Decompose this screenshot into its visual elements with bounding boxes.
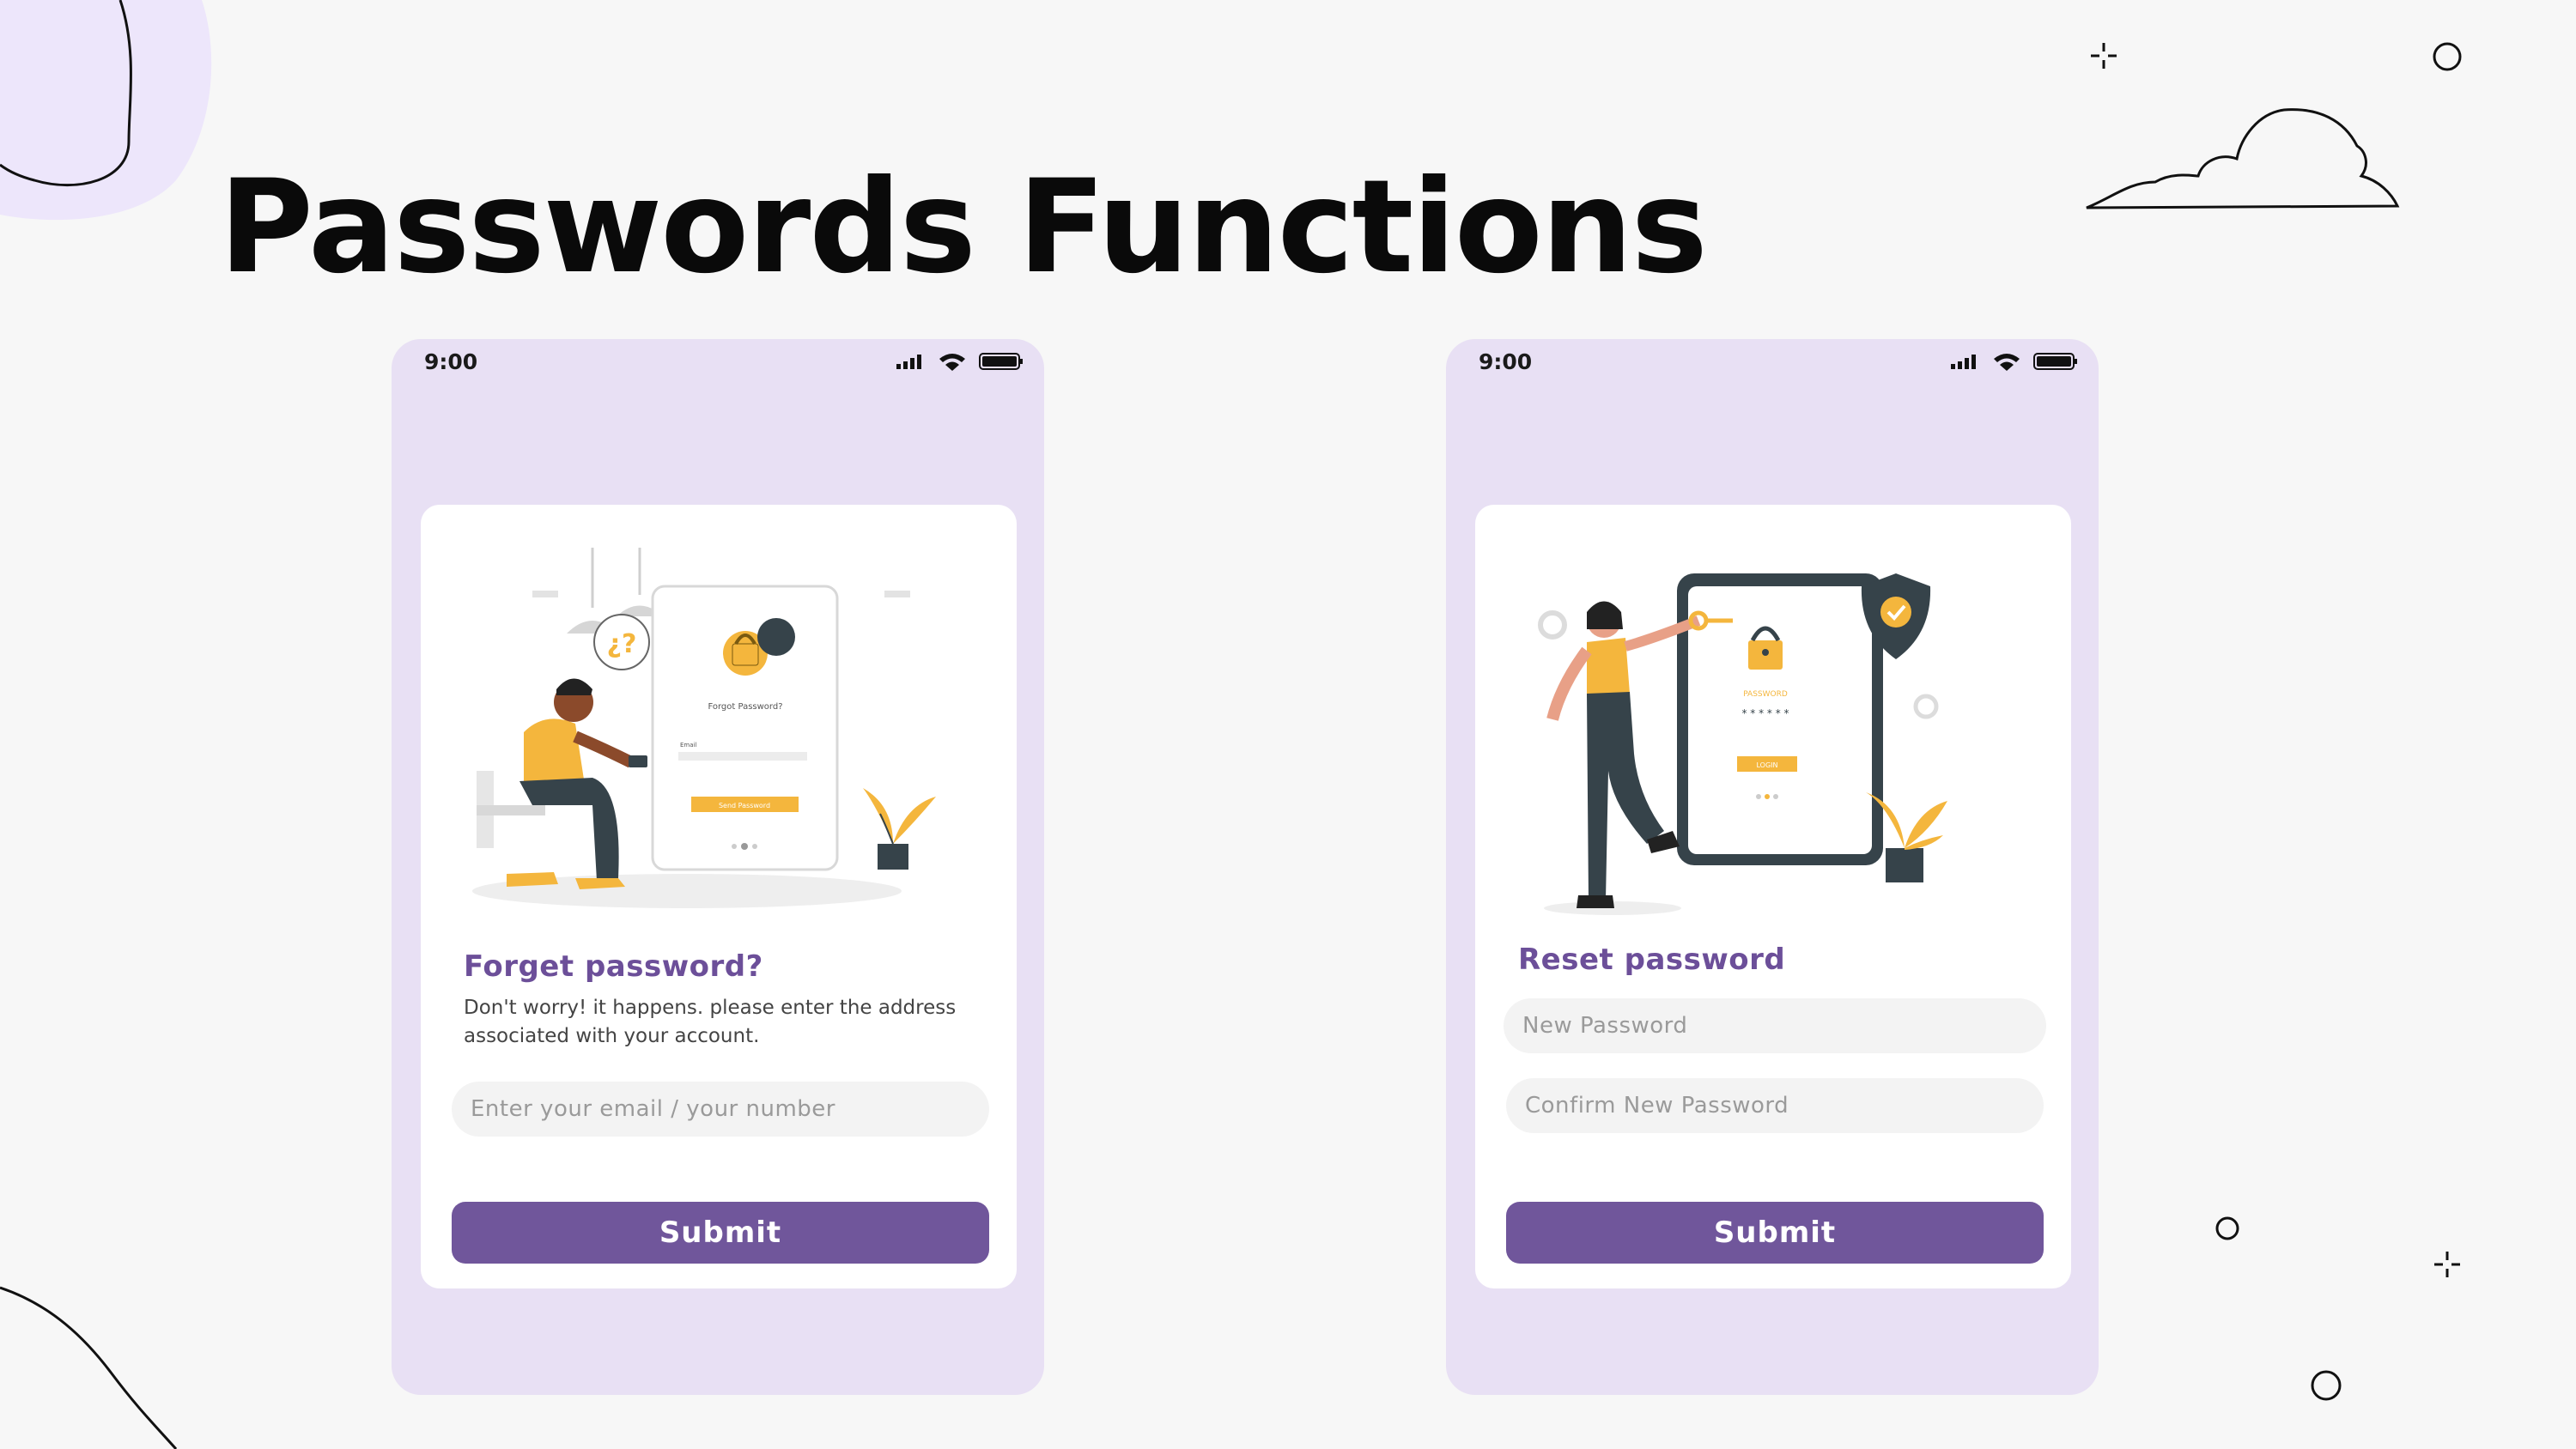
sparkle-icon — [2434, 1252, 2460, 1277]
circle-icon — [2311, 1370, 2342, 1401]
submit-button[interactable]: Submit — [452, 1202, 989, 1264]
card-description: Don't worry! it happens. please enter th… — [464, 997, 957, 1047]
card-heading: Reset password — [1518, 943, 1786, 977]
confirm-password-input[interactable]: Confirm New Password — [1506, 1078, 2044, 1133]
signal-icon — [1951, 355, 1976, 369]
forgot-password-illustration: Forgot Password? Email Send Password ¿? — [472, 548, 936, 908]
reset-password-card: PASSWORD * * * * * * LOGIN Reset passwor… — [1475, 505, 2071, 1288]
new-password-input[interactable]: New Password — [1504, 998, 2046, 1053]
sparkle-icon — [2091, 43, 2117, 69]
cloud-outline — [2086, 108, 2400, 209]
illustration-login-button: LOGIN — [1756, 761, 1777, 769]
status-bar: 9:00 — [1479, 344, 2078, 379]
status-bar: 9:00 — [424, 344, 1024, 379]
illustration-send-button: Send Password — [719, 802, 770, 809]
svg-text:* * * * * *: * * * * * * — [1741, 707, 1789, 719]
status-time: 9:00 — [1479, 349, 1533, 374]
phone-forget-password: 9:00 Forgot Password? Email Send Passwor… — [392, 339, 1044, 1395]
question-bubble: ¿? — [607, 629, 637, 659]
forget-password-card: Forgot Password? Email Send Password ¿? — [421, 505, 1017, 1288]
battery-icon — [2033, 353, 2077, 370]
illustration-field-label: Email — [680, 742, 696, 749]
illustration-password-label: PASSWORD — [1743, 690, 1788, 699]
bottom-left-squiggle — [0, 1286, 178, 1449]
card-heading: Forget password? — [464, 949, 763, 984]
top-left-squiggle — [0, 0, 132, 187]
reset-password-illustration: PASSWORD * * * * * * LOGIN — [1538, 573, 1947, 915]
wifi-icon — [1994, 354, 2020, 371]
wifi-icon — [939, 354, 965, 371]
battery-icon — [979, 353, 1023, 370]
illustration-heading: Forgot Password? — [708, 702, 782, 712]
circle-icon — [2215, 1216, 2239, 1240]
email-number-input[interactable]: Enter your email / your number — [452, 1082, 989, 1137]
phone-reset-password: 9:00 PASSWORD * * * * * * LOGIN Reset pa… — [1446, 339, 2099, 1395]
circle-icon — [2433, 42, 2462, 71]
submit-button[interactable]: Submit — [1506, 1202, 2044, 1264]
status-time: 9:00 — [424, 349, 478, 374]
signal-icon — [896, 355, 921, 369]
page-title: Passwords Functions — [219, 153, 1708, 302]
top-left-blob — [0, 0, 212, 221]
